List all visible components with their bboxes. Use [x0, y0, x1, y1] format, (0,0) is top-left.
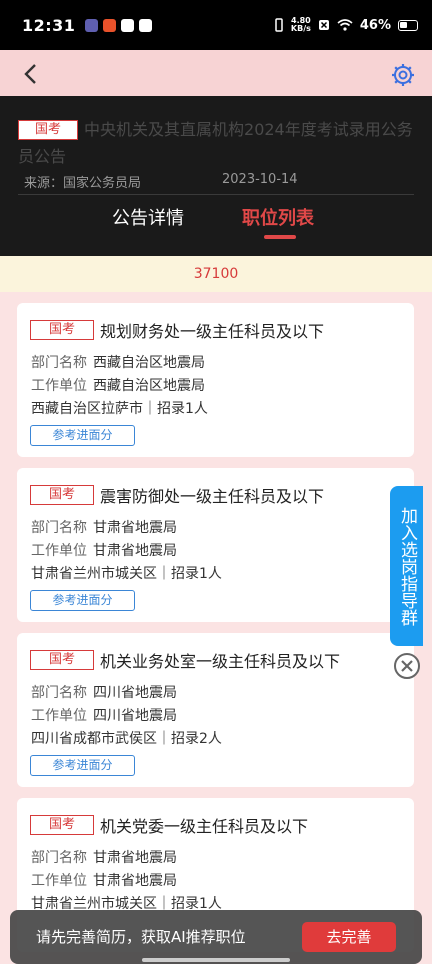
job-title: 机关业务处室一级主任科员及以下 [100, 652, 341, 671]
net-speed: 4.80 KB/s [290, 16, 311, 33]
notice-banner: 37100 [0, 256, 432, 292]
job-unit: 工作单位 四川省地震局 [31, 708, 177, 724]
settings-gear-icon[interactable] [390, 62, 416, 88]
job-unit: 工作单位 西藏自治区地震局 [31, 378, 205, 394]
job-title: 机关党委一级主任科员及以下 [100, 817, 309, 836]
announcement-header: 国考 中央机关及其直属机构2024年度考试录用公务员公告 来源：国家公务员局 20… [0, 96, 432, 256]
complete-resume-button[interactable]: 去完善 [302, 922, 396, 952]
resume-prompt-bar: 请先完善简历，获取AI推荐职位 去完善 [10, 910, 422, 964]
status-right: 4.80 KB/s 46% [274, 17, 418, 33]
exam-tag: 国考 [30, 650, 95, 670]
interview-score-button[interactable]: 参考进面分 [30, 590, 135, 611]
job-unit: 工作单位 甘肃省地震局 [31, 873, 177, 889]
divider [18, 194, 414, 195]
tab-announcement-detail[interactable]: 公告详情 [112, 204, 184, 230]
resume-prompt-text: 请先完善简历，获取AI推荐职位 [36, 928, 246, 946]
interview-score-button[interactable]: 参考进面分 [30, 755, 135, 776]
job-title-row: 国考 规划财务处一级主任科员及以下 [30, 318, 324, 342]
tab-position-list[interactable]: 职位列表 [242, 204, 314, 230]
join-group-button[interactable]: 加入选岗指导群 [390, 486, 423, 646]
vibrate-icon [275, 18, 283, 32]
job-card[interactable]: 国考 规划财务处一级主任科员及以下 部门名称 西藏自治区地震局 工作单位 西藏自治区… [17, 303, 414, 457]
status-time: 12:31 [22, 15, 76, 35]
job-title: 规划财务处一级主任科员及以下 [100, 322, 325, 341]
job-card[interactable]: 国考 机关业务处室一级主任科员及以下 部门名称 四川省地震局 工作单位 四川省地震局… [17, 633, 414, 787]
battery-icon [398, 19, 418, 31]
app-notification-icon [85, 18, 99, 32]
job-dept: 部门名称 甘肃省地震局 [31, 850, 177, 866]
wifi-icon [337, 19, 353, 31]
interview-score-button[interactable]: 参考进面分 [30, 425, 135, 446]
job-title: 震害防御处一级主任科员及以下 [100, 487, 325, 506]
job-location: 四川省成都市武侯区｜招录2人 [31, 731, 222, 747]
job-title-row: 国考 震害防御处一级主任科员及以下 [30, 483, 324, 507]
notice-count: 37100 [193, 266, 239, 282]
back-icon[interactable] [20, 63, 42, 85]
app-notification-icon [121, 18, 135, 32]
job-dept: 部门名称 甘肃省地震局 [31, 520, 177, 536]
status-bar: 12:31 4.80 KB/s 46% [0, 0, 432, 50]
status-app-icons [85, 18, 153, 32]
job-card[interactable]: 国考 震害防御处一级主任科员及以下 部门名称 甘肃省地震局 工作单位 甘肃省地震局 … [17, 468, 414, 622]
job-location: 甘肃省兰州市城关区｜招录1人 [31, 566, 222, 582]
job-title-row: 国考 机关业务处室一级主任科员及以下 [30, 648, 340, 672]
job-dept: 部门名称 西藏自治区地震局 [31, 355, 205, 371]
home-indicator [142, 958, 290, 962]
job-dept: 部门名称 四川省地震局 [31, 685, 177, 701]
exam-tag: 国考 [18, 120, 79, 140]
active-tab-indicator [264, 235, 296, 239]
job-unit: 工作单位 甘肃省地震局 [31, 543, 177, 559]
close-icon[interactable] [393, 652, 421, 680]
sim-off-icon [318, 20, 329, 30]
exam-tag: 国考 [30, 320, 95, 340]
announcement-date: 2023-10-14 [222, 172, 298, 187]
exam-tag: 国考 [30, 485, 95, 505]
app-notification-icon [139, 18, 153, 32]
job-title-row: 国考 机关党委一级主任科员及以下 [30, 813, 308, 837]
announcement-source: 来源：国家公务员局 [24, 176, 142, 191]
battery-percent: 46% [359, 17, 391, 33]
announcement-title: 国考 中央机关及其直属机构2024年度考试录用公务员公告 [18, 116, 416, 170]
app-notification-icon [103, 18, 117, 32]
nav-bar [0, 50, 432, 96]
exam-tag: 国考 [30, 815, 95, 835]
job-location: 西藏自治区拉萨市｜招录1人 [31, 401, 208, 417]
